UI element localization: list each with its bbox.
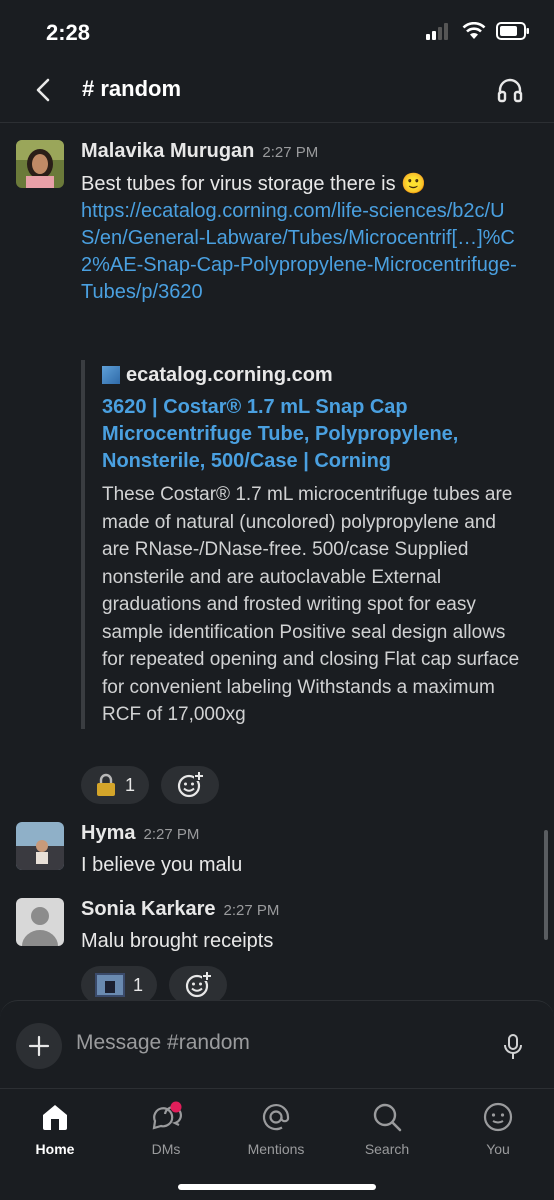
message-item[interactable]: Hyma 2:27 PM I believe you malu xyxy=(0,822,554,882)
tab-label: Search xyxy=(364,1141,410,1157)
reaction-bar: 1 xyxy=(81,966,228,1000)
search-icon xyxy=(373,1103,402,1132)
status-bar: 2:28 xyxy=(0,0,554,64)
tab-label: DMs xyxy=(151,1141,181,1157)
add-reaction-button[interactable] xyxy=(161,766,220,804)
tab-you[interactable]: You xyxy=(443,1099,553,1157)
signal-icon xyxy=(426,23,448,40)
huddle-button[interactable] xyxy=(496,76,524,104)
message-text: Best tubes for virus storage there is 🙂 xyxy=(81,173,427,195)
chevron-left-icon xyxy=(36,78,50,102)
message-header: Malavika Murugan 2:27 PM xyxy=(81,140,318,163)
message-input[interactable]: Message #random xyxy=(76,1031,250,1055)
message-text: I believe you malu xyxy=(81,854,243,876)
wifi-icon xyxy=(462,22,486,39)
at-icon xyxy=(262,1104,290,1131)
add-emoji-icon xyxy=(177,772,205,798)
message-link[interactable]: https://ecatalog.corning.com/life-scienc… xyxy=(81,198,521,306)
preview-title[interactable]: 3620 | Costar® 1.7 mL Snap Cap Microcent… xyxy=(102,394,521,475)
timestamp: 2:27 PM xyxy=(223,902,280,919)
microphone-icon xyxy=(504,1034,522,1059)
tab-label: Mentions xyxy=(247,1141,305,1157)
avatar[interactable] xyxy=(16,898,64,946)
attach-button[interactable] xyxy=(16,1023,62,1069)
avatar-photo xyxy=(16,822,64,870)
link-preview[interactable]: ecatalog.corning.com 3620 | Costar® 1.7 … xyxy=(81,360,521,729)
reaction-bar: 1 xyxy=(81,766,220,804)
voice-button[interactable] xyxy=(502,1033,524,1066)
avatar-photo xyxy=(16,140,64,188)
preview-site: ecatalog.corning.com xyxy=(102,360,521,390)
message-text: Malu brought receipts xyxy=(81,930,274,952)
channel-header: # random xyxy=(0,64,554,116)
plus-icon xyxy=(28,1035,50,1057)
message-body: Best tubes for virus storage there is 🙂 … xyxy=(81,171,521,306)
headphones-icon xyxy=(497,78,523,103)
battery-icon xyxy=(496,22,529,40)
reaction-count: 1 xyxy=(125,774,136,795)
tab-mentions[interactable]: Mentions xyxy=(221,1099,331,1157)
message-header: Sonia Karkare 2:27 PM xyxy=(81,898,279,921)
image-emoji-icon xyxy=(95,973,125,997)
author-name[interactable]: Malavika Murugan xyxy=(81,140,254,163)
author-name[interactable]: Sonia Karkare xyxy=(81,898,216,921)
home-icon xyxy=(43,1105,67,1130)
add-emoji-icon xyxy=(185,972,213,998)
scrollbar[interactable] xyxy=(544,830,548,940)
default-avatar-icon xyxy=(16,898,64,946)
reaction-lock[interactable]: 1 xyxy=(81,766,150,804)
add-reaction-button[interactable] xyxy=(169,966,228,1000)
message-item[interactable]: Malavika Murugan 2:27 PM Best tubes for … xyxy=(0,140,554,804)
tab-dms[interactable]: DMs xyxy=(111,1099,221,1157)
message-list[interactable]: Malavika Murugan 2:27 PM Best tubes for … xyxy=(0,124,554,1000)
status-icons xyxy=(426,22,530,40)
channel-title[interactable]: # random xyxy=(82,76,181,102)
reaction-count: 1 xyxy=(133,974,144,995)
header-divider xyxy=(0,122,554,123)
preview-site-name: ecatalog.corning.com xyxy=(126,363,333,386)
tab-home[interactable]: Home xyxy=(0,1099,110,1157)
tab-label: You xyxy=(486,1141,510,1157)
back-button[interactable] xyxy=(30,76,58,104)
status-time: 2:28 xyxy=(46,20,91,45)
tab-search[interactable]: Search xyxy=(332,1099,442,1157)
tab-bar: Home DMs Mentions Search You xyxy=(0,1088,554,1200)
avatar[interactable] xyxy=(16,140,64,188)
author-name[interactable]: Hyma xyxy=(81,822,135,845)
dms-icon xyxy=(152,1101,182,1130)
timestamp: 2:27 PM xyxy=(143,826,200,843)
home-indicator xyxy=(178,1184,376,1190)
lock-icon xyxy=(97,773,115,796)
you-icon xyxy=(483,1102,513,1132)
message-header: Hyma 2:27 PM xyxy=(81,822,199,845)
timestamp: 2:27 PM xyxy=(262,144,319,161)
message-composer: Message #random xyxy=(0,1000,554,1088)
preview-description: These Costar® 1.7 mL microcentrifuge tub… xyxy=(102,484,520,725)
tab-label: Home xyxy=(35,1141,75,1157)
site-favicon-icon xyxy=(102,366,120,384)
reaction-image[interactable]: 1 xyxy=(81,966,158,1000)
message-item[interactable]: Sonia Karkare 2:27 PM Malu brought recei… xyxy=(0,898,554,1000)
avatar[interactable] xyxy=(16,822,64,870)
